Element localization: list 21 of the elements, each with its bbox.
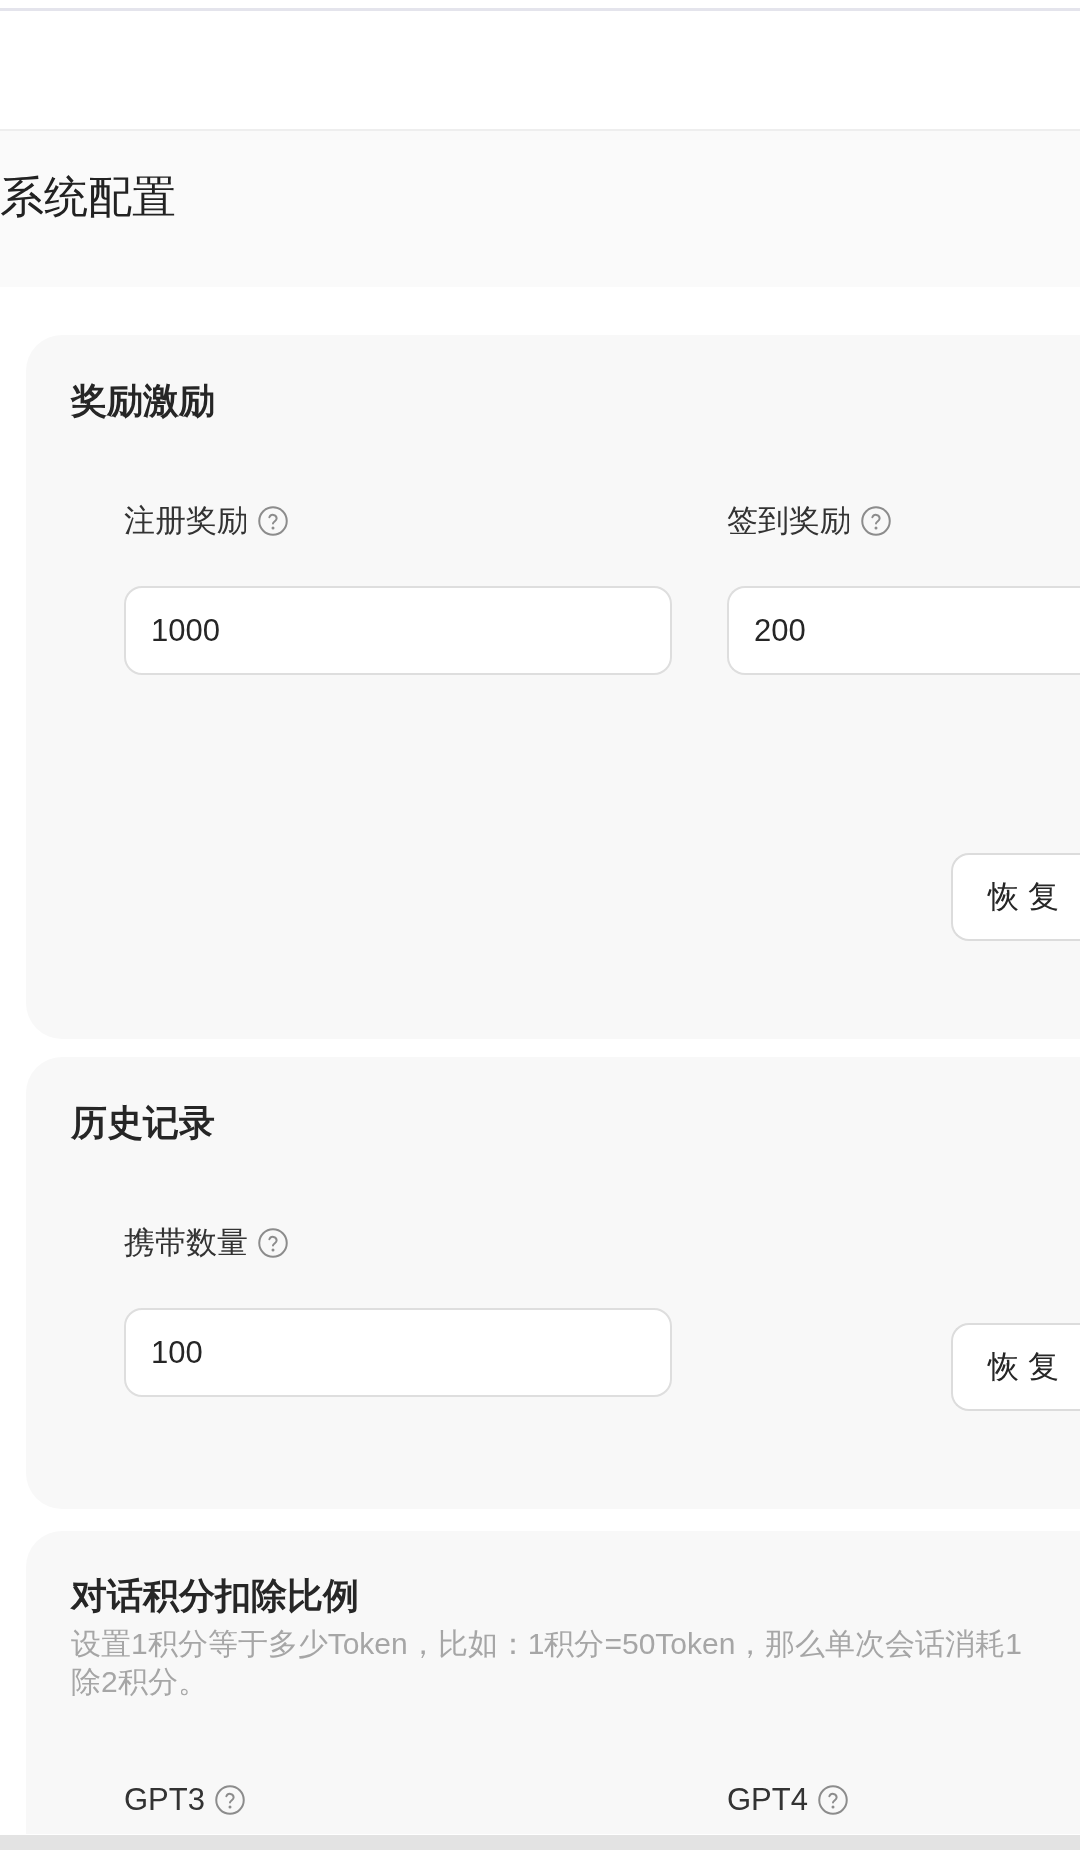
restore-button[interactable]: 恢 复 <box>951 1323 1080 1411</box>
field-label: GPT3 <box>124 1781 205 1819</box>
help-icon[interactable] <box>258 1228 288 1258</box>
section-title: 奖励激励 <box>71 379 215 422</box>
field-label: 注册奖励 <box>124 502 248 540</box>
field-label: 携带数量 <box>124 1224 248 1262</box>
help-icon[interactable] <box>861 506 891 536</box>
input-field[interactable]: 1000 <box>124 586 672 675</box>
section-title: 对话积分扣除比例 <box>71 1574 359 1617</box>
help-icon[interactable] <box>817 1785 848 1815</box>
restore-button[interactable]: 恢 复 <box>951 853 1080 941</box>
help-icon[interactable] <box>258 506 288 536</box>
field-label: 签到奖励 <box>727 502 851 540</box>
section-title: 历史记录 <box>71 1101 215 1144</box>
section-description: 设置1积分等于多少Token，比如：1积分=50Token，那么单次会话消耗1 <box>71 1626 1023 1662</box>
field-label: GPT4 <box>727 1781 808 1819</box>
input-field[interactable]: 200 <box>727 586 1080 675</box>
help-icon[interactable] <box>214 1785 245 1815</box>
input-field[interactable]: 100 <box>124 1308 672 1397</box>
section-description: 除2积分。 <box>71 1664 208 1700</box>
page-title: 系统配置 <box>0 172 176 221</box>
